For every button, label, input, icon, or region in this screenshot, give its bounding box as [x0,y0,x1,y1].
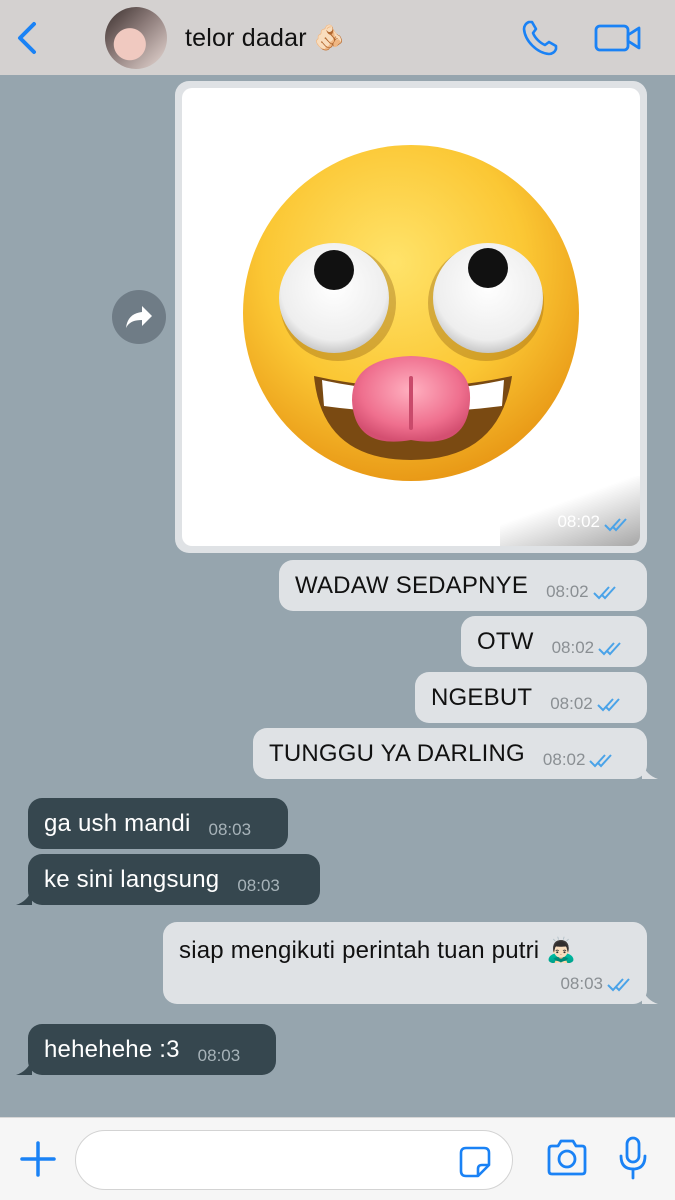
message-time: 08:02 [546,581,589,601]
message-time: 08:03 [208,819,252,839]
message-text: NGEBUT [431,683,533,711]
video-camera-icon[interactable] [594,22,642,54]
bubble-tail [642,763,658,779]
outgoing-message[interactable]: NGEBUT 08:02 [415,672,647,723]
read-ticks-icon [598,641,621,655]
message-time: 08:03 [197,1045,241,1065]
incoming-message[interactable]: ke sini langsung 08:03 [16,854,320,905]
message-time: 08:03 [237,875,280,895]
forward-arrow-icon [126,306,152,328]
chat-header: telor dadar 🫵🏻 [0,0,675,75]
message-text: WADAW SEDAPNYE [295,571,529,599]
phone-icon[interactable] [520,18,560,58]
forward-button[interactable] [112,290,166,344]
incoming-message[interactable]: hehehehe :3 08:03 [16,1024,276,1075]
sticker-icon[interactable] [458,1145,492,1179]
read-ticks-icon [589,753,613,767]
microphone-icon[interactable] [618,1136,648,1180]
sticker-image[interactable]: 08:02 [182,88,640,546]
message-text: ke sini langsung [44,865,220,893]
message-time: 08:02 [557,512,600,531]
eye-roll-tongue-emoji [243,145,579,481]
read-ticks-icon [592,585,616,599]
composer-bar [0,1117,675,1200]
outgoing-message[interactable]: OTW 08:02 [461,616,647,667]
avatar[interactable] [105,7,167,69]
message-time: 08:02 [542,749,586,769]
outgoing-message[interactable]: WADAW SEDAPNYE 08:02 [279,560,647,611]
camera-icon[interactable] [545,1138,589,1178]
message-text: siap mengikuti perintah tuan putri 🙇🏻‍♂️ [179,937,577,964]
message-text: TUNGGU YA DARLING [269,739,525,767]
image-message[interactable]: 08:02 [175,81,647,553]
incoming-message[interactable]: ga ush mandi 08:03 [28,798,288,849]
read-ticks-icon [597,697,620,711]
contact-name[interactable]: telor dadar 🫵🏻 [185,24,345,53]
chat-area[interactable]: 08:02 WADAW SEDAPNYE 08:02 OTW 08:02 NGE… [0,75,675,1117]
message-input[interactable] [75,1130,513,1190]
message-time: 08:02 [551,637,595,657]
read-ticks-icon [607,978,630,992]
message-text: OTW [477,627,534,655]
read-ticks-icon [604,518,627,532]
outgoing-message[interactable]: TUNGGU YA DARLING 08:02 [253,728,658,779]
bubble-tail [16,889,32,905]
message-time: 08:03 [560,974,603,993]
bubble-tail [16,1059,32,1075]
message-text: hehehehe :3 [44,1035,180,1063]
plus-icon[interactable] [18,1139,58,1179]
outgoing-message[interactable]: siap mengikuti perintah tuan putri 🙇🏻‍♂️… [163,922,658,1004]
bubble-tail [642,988,658,1004]
message-time: 08:02 [550,693,593,713]
message-text: ga ush mandi [44,809,191,837]
chevron-left-icon[interactable] [12,18,46,58]
